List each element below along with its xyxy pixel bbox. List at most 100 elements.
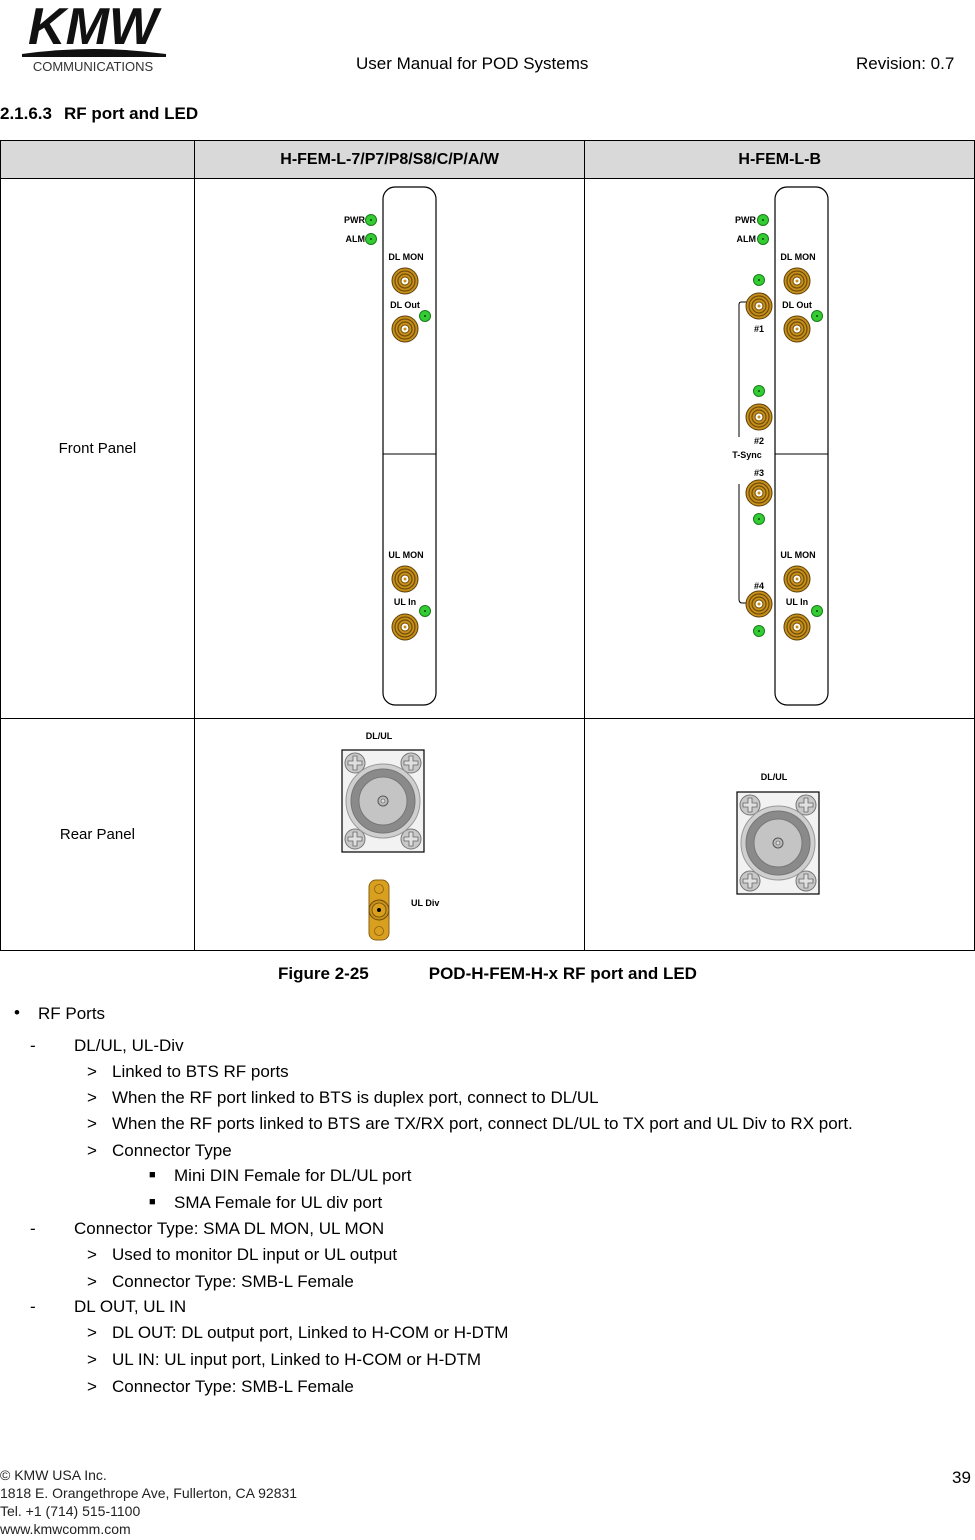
list-marker: ■: [149, 1169, 156, 1181]
list-text: DL OUT: DL output port, Linked to H-COM …: [112, 1323, 509, 1342]
table-header-row: H-FEM-L-7/P7/P8/S8/C/P/A/W H-FEM-L-B: [0, 140, 975, 179]
list-marker: >: [87, 1062, 97, 1081]
alm-led: [364, 233, 377, 245]
ul-mon-label: UL MON: [388, 550, 423, 560]
tsync-1-connector: [745, 292, 773, 320]
list-marker: >: [87, 1350, 97, 1369]
front-panel-model-a: PWR ALM DL MON DL Out UL MON UL In: [193, 178, 586, 719]
revision: Revision: 0.7: [856, 54, 955, 73]
rear-panel-diagram-b: DL/UL: [736, 772, 821, 895]
pwr-led: [364, 214, 377, 226]
list-text: Used to monitor DL input or UL output: [112, 1245, 398, 1264]
dl-ul-connector: [736, 791, 821, 895]
list-marker: >: [87, 1272, 97, 1291]
section-heading: 2.1.6.3 RF port and LED: [0, 104, 198, 124]
dl-ul-label: DL/UL: [366, 731, 393, 741]
footer-website: www.kmwcomm.com: [0, 1521, 131, 1537]
dl-out-connector: [391, 315, 419, 343]
ul-mon-connector: [783, 565, 811, 593]
rear-panel-diagram-a: DL/UL UL Div: [341, 731, 439, 941]
ul-in-connector: [391, 613, 419, 641]
rf-port-table: H-FEM-L-7/P7/P8/S8/C/P/A/W H-FEM-L-B Fro…: [0, 140, 975, 951]
list-text: Mini DIN Female for DL/UL port: [174, 1166, 412, 1185]
table-row-rear-panel: Rear Panel DL/UL UL Div DL/UL: [0, 718, 975, 951]
dl-ul-connector: [341, 749, 425, 853]
tsync-2-label: #2: [754, 436, 764, 446]
dl-mon-connector: [783, 267, 811, 295]
alm-label: ALM: [345, 234, 365, 244]
list-marker: ■: [149, 1196, 156, 1208]
tsync-3-connector: [745, 479, 773, 507]
front-panel-model-b: PWR ALM DL MON DL Out UL MON UL In #1 #2…: [584, 178, 975, 719]
tsync-4-connector: [745, 590, 773, 618]
footer-tel: Tel. +1 (714) 515-1100: [0, 1503, 141, 1519]
ul-in-label: UL In: [786, 597, 808, 607]
document-title: User Manual for POD Systems: [356, 54, 589, 73]
logo-subtitle: COMMUNICATIONS: [33, 59, 154, 74]
column-header: [0, 140, 195, 179]
list-text: UL IN: UL input port, Linked to H-COM or…: [112, 1350, 482, 1369]
dl-out-led: [418, 310, 431, 322]
rear-panel-model-b: DL/UL: [584, 718, 975, 951]
footer-address: 1818 E. Orangethrope Ave, Fullerton, CA …: [0, 1485, 298, 1501]
list-text: Connector Type: SMA DL MON, UL MON: [74, 1219, 385, 1238]
list-marker: >: [87, 1114, 97, 1133]
list-text: SMA Female for UL div port: [174, 1193, 383, 1212]
tsync-4-label: #4: [754, 581, 764, 591]
logo-mark: KMW: [28, 0, 162, 56]
list-marker: >: [87, 1377, 97, 1396]
list-marker: >: [87, 1141, 97, 1160]
list-text: Connector Type: SMB-L Female: [112, 1377, 354, 1396]
dl-out-led: [811, 310, 824, 322]
ul-mon-connector: [391, 565, 419, 593]
front-panel-diagram-a: PWR ALM DL MON DL Out UL MON UL In: [344, 186, 437, 706]
ul-in-led: [811, 605, 824, 617]
dl-mon-connector: [391, 267, 419, 295]
list-marker: >: [87, 1088, 97, 1107]
figure-caption: Figure 2-25 POD-H-FEM-H-x RF port and LED: [0, 964, 975, 984]
alm-label: ALM: [737, 234, 757, 244]
dl-out-connector: [783, 315, 811, 343]
section-title: RF port and LED: [64, 104, 199, 123]
list-marker: >: [87, 1245, 97, 1264]
dl-ul-label: DL/UL: [761, 772, 788, 782]
row-label-rear-panel: Rear Panel: [0, 718, 195, 951]
dl-out-label: DL Out: [390, 300, 420, 310]
page-number: 39: [952, 1468, 971, 1487]
figure-title: POD-H-FEM-H-x RF port and LED: [428, 964, 697, 983]
footer-copyright: © KMW USA Inc.: [0, 1467, 107, 1483]
ul-div-label: UL Div: [411, 898, 439, 908]
ul-mon-label: UL MON: [781, 550, 816, 560]
column-header-model-b: H-FEM-L-B: [584, 140, 975, 179]
ul-in-label: UL In: [394, 597, 416, 607]
column-header-model-a: H-FEM-L-7/P7/P8/S8/C/P/A/W: [193, 140, 586, 179]
tsync-3-label: #3: [754, 468, 764, 478]
list-text: Connector Type: SMB-L Female: [112, 1272, 354, 1291]
list-text: When the RF ports linked to BTS are TX/R…: [112, 1114, 853, 1133]
pwr-label: PWR: [735, 215, 756, 225]
ul-in-led: [418, 605, 431, 617]
section-number: 2.1.6.3: [0, 104, 52, 123]
pwr-led: [757, 214, 770, 226]
tsync-4-led: [753, 625, 766, 637]
list-text: When the RF port linked to BTS is duplex…: [112, 1088, 599, 1107]
list-text: Connector Type: [112, 1141, 232, 1160]
table-row-front-panel: Front Panel PWR ALM DL MON DL Out UL MON…: [0, 178, 975, 719]
list-marker: -: [30, 1036, 36, 1055]
front-panel-diagram-b: PWR ALM DL MON DL Out UL MON UL In #1 #2…: [733, 186, 830, 706]
tsync-2-connector: [745, 403, 773, 431]
bullet-text: RF Ports: [38, 1004, 106, 1023]
tsync-bracket-bottom: [738, 484, 750, 604]
tsync-3-led: [753, 513, 766, 525]
ul-div-connector: [368, 879, 390, 941]
row-label-front-panel: Front Panel: [0, 178, 195, 719]
bullet-marker: •: [14, 1003, 20, 1022]
kmw-logo: KMW COMMUNICATIONS: [16, 0, 171, 81]
dl-mon-label: DL MON: [388, 252, 423, 262]
pwr-label: PWR: [344, 215, 365, 225]
dl-out-label: DL Out: [783, 300, 813, 310]
figure-number: Figure 2-25: [278, 964, 369, 983]
list-text: Linked to BTS RF ports: [112, 1062, 289, 1081]
list-marker: -: [30, 1297, 36, 1316]
list-text: DL OUT, UL IN: [74, 1297, 187, 1316]
